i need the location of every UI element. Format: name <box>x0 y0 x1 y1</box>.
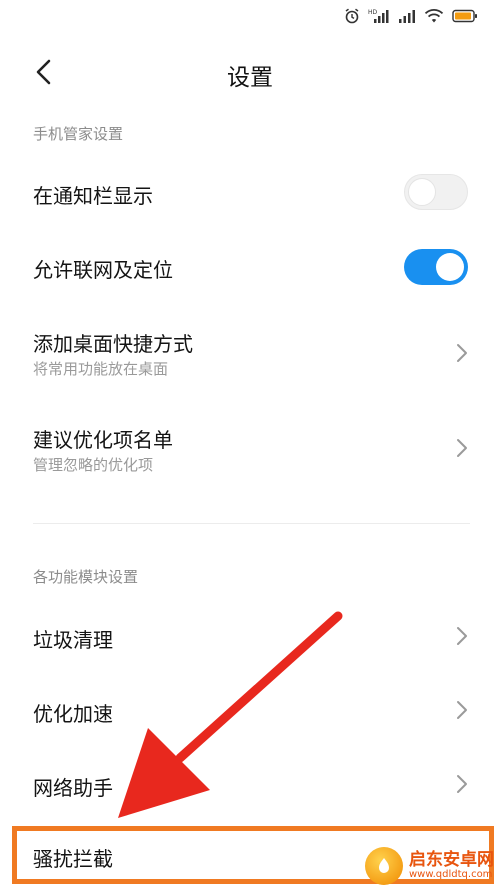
battery-icon <box>452 9 478 23</box>
status-icons: HD <box>344 8 478 24</box>
toggle-knob <box>408 178 436 206</box>
chevron-right-icon <box>456 700 468 724</box>
svg-text:HD: HD <box>368 9 378 16</box>
row-title: 建议优化项名单 <box>33 428 173 452</box>
watermark-logo-icon <box>365 847 403 885</box>
row-title: 网络助手 <box>33 776 113 800</box>
chevron-right-icon <box>456 438 468 462</box>
settings-row-speedup[interactable]: 优化加速 <box>0 678 500 744</box>
status-bar: HD <box>0 0 500 36</box>
header: 设置 <box>0 44 500 104</box>
alarm-icon <box>344 8 360 24</box>
toggle-knob <box>436 253 464 281</box>
settings-row-network-assistant[interactable]: 网络助手 <box>0 752 500 818</box>
row-subtitle: 将常用功能放在桌面 <box>33 360 169 378</box>
settings-row-notify: 在通知栏显示 <box>0 160 500 226</box>
row-title: 优化加速 <box>33 702 113 726</box>
chevron-right-icon <box>456 343 468 367</box>
settings-row-cleanup[interactable]: 垃圾清理 <box>0 604 500 670</box>
section-label-modules: 各功能模块设置 <box>33 568 139 586</box>
chevron-right-icon <box>456 774 468 798</box>
settings-row-network: 允许联网及定位 <box>0 234 500 300</box>
page-title: 设置 <box>227 65 273 91</box>
row-title: 添加桌面快捷方式 <box>33 332 193 356</box>
row-subtitle: 管理忽略的优化项 <box>33 456 154 474</box>
row-title: 允许联网及定位 <box>33 258 173 282</box>
watermark-text: 启东安卓网 www.qdldtq.com <box>409 849 494 880</box>
chevron-right-icon <box>456 626 468 650</box>
row-title: 在通知栏显示 <box>33 184 153 208</box>
settings-row-optimize-list[interactable]: 建议优化项名单 管理忽略的优化项 <box>0 413 500 489</box>
notify-toggle[interactable] <box>404 174 468 210</box>
network-toggle[interactable] <box>404 249 468 285</box>
row-title: 垃圾清理 <box>33 628 113 652</box>
watermark: 启东安卓网 www.qdldtq.com <box>365 847 494 885</box>
wifi-icon <box>424 8 444 24</box>
settings-row-shortcut[interactable]: 添加桌面快捷方式 将常用功能放在桌面 <box>0 318 500 394</box>
watermark-name: 启东安卓网 <box>409 849 494 870</box>
divider <box>33 523 470 524</box>
watermark-url: www.qdldtq.com <box>409 868 493 880</box>
signal-hd-icon: HD <box>368 8 390 24</box>
section-label-phone-manager: 手机管家设置 <box>33 125 124 143</box>
signal-icon <box>398 8 416 24</box>
